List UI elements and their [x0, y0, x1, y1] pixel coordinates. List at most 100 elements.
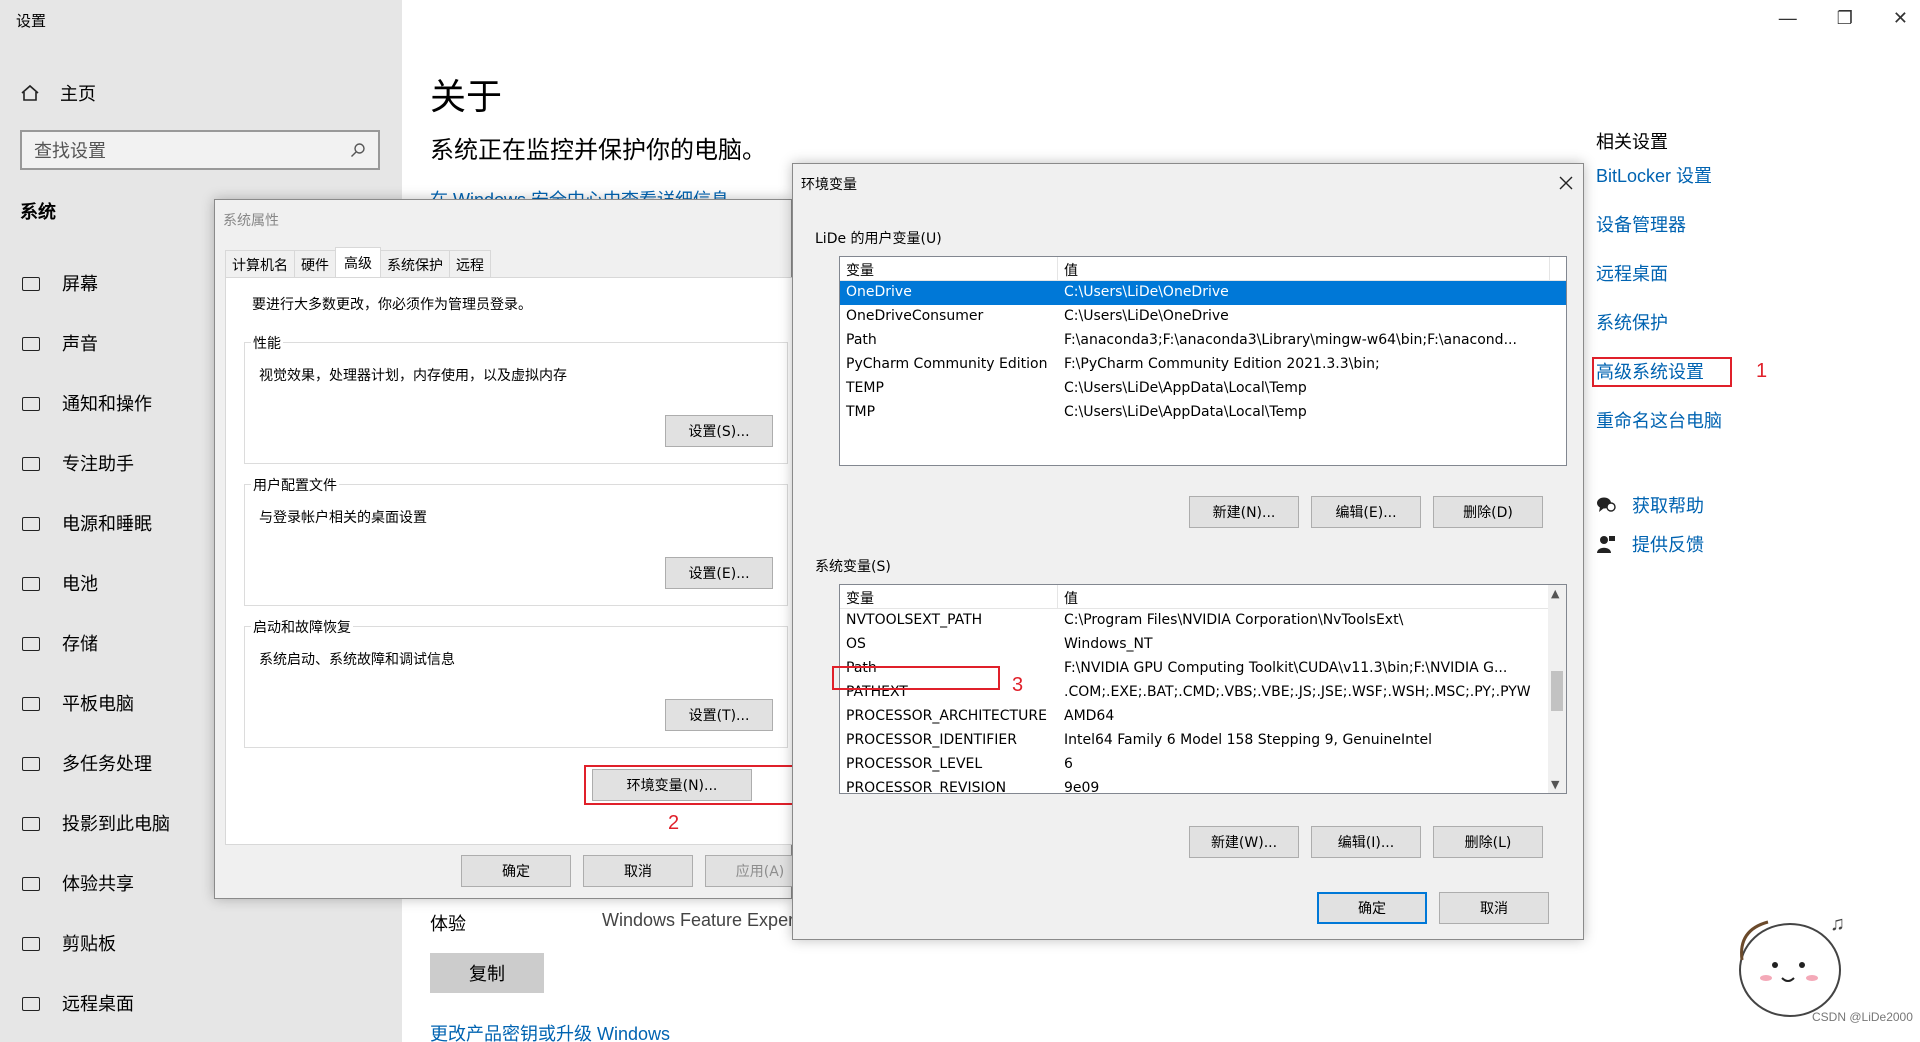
scroll-thumb[interactable]	[1551, 671, 1563, 711]
sys-header-value[interactable]: 值	[1058, 585, 1550, 608]
sidebar-item-9[interactable]: 多任务处理	[20, 750, 152, 776]
sidebar-item-12[interactable]: 剪贴板	[20, 930, 116, 956]
rename-pc-link[interactable]: 重命名这台电脑	[1596, 407, 1722, 433]
table-row[interactable]: TMP C:\Users\LiDe\AppData\Local\Temp	[840, 401, 1566, 425]
minimize-button[interactable]: —	[1779, 8, 1797, 29]
envvars-cancel-button[interactable]: 取消	[1439, 892, 1549, 924]
advanced-tab-panel: 要进行大多数更改，你必须作为管理员登录。 性能 视觉效果，处理器计划，内存使用，…	[225, 277, 793, 845]
give-feedback-label: 提供反馈	[1632, 535, 1704, 555]
tab-advanced[interactable]: 高级	[335, 247, 381, 280]
annotation-box-path	[832, 666, 1000, 690]
sidebar-item-label: 体验共享	[62, 874, 134, 894]
user-variables-list[interactable]: 变量 值 OneDrive C:\Users\LiDe\OneDrive OneDr…	[839, 256, 1567, 466]
envvars-ok-button[interactable]: 确定	[1317, 892, 1427, 924]
device-manager-link[interactable]: 设备管理器	[1596, 211, 1686, 237]
variable-value: F:\NVIDIA GPU Computing Toolkit\CUDA\v11…	[1064, 660, 1508, 676]
section-title: 系统	[20, 202, 56, 222]
tab-system-protection[interactable]: 系统保护	[380, 250, 450, 280]
sys-list-scrollbar[interactable]: ▲ ▼	[1548, 585, 1566, 793]
table-row[interactable]: Path F:\anaconda3;F:\anaconda3\Library\mi…	[840, 329, 1566, 353]
sysprops-tabs: 计算机名 硬件 高级 系统保护 远程	[225, 247, 491, 280]
table-row[interactable]: TEMP C:\Users\LiDe\AppData\Local\Temp	[840, 377, 1566, 401]
watermark-mascot: ♫ CSDN @LiDe2000	[1720, 900, 1913, 1035]
display-icon	[20, 273, 40, 293]
user-new-button[interactable]: 新建(N)...	[1189, 496, 1299, 528]
table-row[interactable]: OS Windows_NT	[840, 633, 1566, 657]
sidebar-item-label: 多任务处理	[62, 754, 152, 774]
user-profiles-settings-button[interactable]: 设置(E)...	[665, 557, 773, 589]
home-icon	[21, 84, 39, 101]
sys-edit-button[interactable]: 编辑(I)...	[1311, 826, 1421, 858]
sys-delete-button[interactable]: 删除(L)	[1433, 826, 1543, 858]
annotation-box-env-button	[584, 765, 794, 805]
search-input[interactable]: 查找设置	[20, 130, 380, 170]
table-row[interactable]: PROCESSOR_IDENTIFIER Intel64 Family 6 Mod…	[840, 729, 1566, 753]
nav-home[interactable]: 主页	[20, 80, 96, 106]
sidebar-item-label: 专注助手	[62, 454, 134, 474]
table-row[interactable]: PROCESSOR_ARCHITECTURE AMD64	[840, 705, 1566, 729]
user-delete-button[interactable]: 删除(D)	[1433, 496, 1543, 528]
sidebar-item-label: 屏幕	[62, 274, 98, 294]
sysprops-cancel-button[interactable]: 取消	[583, 855, 693, 887]
admin-notice: 要进行大多数更改，你必须作为管理员登录。	[252, 297, 532, 313]
table-row[interactable]: PROCESSOR_LEVEL 6	[840, 753, 1566, 777]
get-help-link[interactable]: 获取帮助	[1596, 492, 1704, 518]
tab-remote[interactable]: 远程	[449, 250, 491, 280]
close-button[interactable]: ✕	[1893, 8, 1908, 29]
table-row[interactable]: PROCESSOR_REVISION 9e09	[840, 777, 1566, 794]
sysprops-ok-button[interactable]: 确定	[461, 855, 571, 887]
bitlocker-link[interactable]: BitLocker 设置	[1596, 162, 1712, 188]
system-protection-link[interactable]: 系统保护	[1596, 309, 1668, 335]
sidebar-item-10[interactable]: 投影到此电脑	[20, 810, 170, 836]
sidebar-item-label: 电池	[62, 574, 98, 594]
tab-computer-name[interactable]: 计算机名	[225, 250, 295, 280]
sidebar-item-4[interactable]: 专注助手	[20, 450, 134, 476]
sidebar-item-6[interactable]: 电池	[20, 570, 98, 596]
sidebar-item-7[interactable]: 存储	[20, 630, 98, 656]
focus-assist-icon	[20, 453, 40, 473]
sidebar-item-5[interactable]: 电源和睡眠	[20, 510, 152, 536]
envvars-close-button[interactable]	[1559, 168, 1573, 195]
close-icon	[1559, 176, 1573, 190]
give-feedback-link[interactable]: 提供反馈	[1596, 531, 1704, 557]
user-edit-button[interactable]: 编辑(E)...	[1311, 496, 1421, 528]
tab-hardware[interactable]: 硬件	[294, 250, 336, 280]
search-placeholder: 查找设置	[34, 141, 106, 161]
variable-value: C:\Users\LiDe\AppData\Local\Temp	[1064, 404, 1307, 420]
sidebar-item-8[interactable]: 平板电脑	[20, 690, 134, 716]
sidebar-item-label: 远程桌面	[62, 994, 134, 1014]
table-row[interactable]: OneDriveConsumer C:\Users\LiDe\OneDrive	[840, 305, 1566, 329]
variable-name: NVTOOLSEXT_PATH	[846, 612, 983, 628]
variable-value: 9e09	[1064, 780, 1100, 794]
performance-desc: 视觉效果，处理器计划，内存使用，以及虚拟内存	[259, 368, 567, 384]
sidebar-item-1[interactable]: 屏幕	[20, 270, 98, 296]
sidebar-item-2[interactable]: 声音	[20, 330, 98, 356]
upgrade-windows-link[interactable]: 更改产品密钥或升级 Windows	[430, 1020, 670, 1042]
remote-desktop-link[interactable]: 远程桌面	[1596, 260, 1668, 286]
sys-header-name[interactable]: 变量	[840, 585, 1058, 608]
table-row[interactable]: OneDrive C:\Users\LiDe\OneDrive	[840, 281, 1566, 305]
maximize-button[interactable]: ❐	[1837, 8, 1853, 29]
sidebar-item-11[interactable]: 体验共享	[20, 870, 134, 896]
startup-recovery-settings-button[interactable]: 设置(T)...	[665, 699, 773, 731]
startup-recovery-group: 启动和故障恢复 系统启动、系统故障和调试信息 设置(T)...	[244, 617, 788, 748]
variable-value: C:\Users\LiDe\OneDrive	[1064, 284, 1229, 300]
table-row[interactable]: PyCharm Community Edition F:\PyCharm Comm…	[840, 353, 1566, 377]
scroll-down-icon[interactable]: ▼	[1551, 778, 1559, 791]
user-rows: OneDrive C:\Users\LiDe\OneDrive OneDriveCo…	[840, 281, 1566, 425]
scroll-up-icon[interactable]: ▲	[1551, 587, 1559, 600]
table-row[interactable]: NVTOOLSEXT_PATH C:\Program Files\NVIDIA C…	[840, 609, 1566, 633]
user-profiles-label: 用户配置文件	[251, 475, 339, 495]
copy-button[interactable]: 复制	[430, 953, 544, 993]
notification-icon	[20, 393, 40, 413]
user-header-name[interactable]: 变量	[840, 257, 1058, 280]
variable-name: OS	[846, 636, 866, 652]
sys-new-button[interactable]: 新建(W)...	[1189, 826, 1299, 858]
variable-value: 6	[1064, 756, 1073, 772]
performance-settings-button[interactable]: 设置(S)...	[665, 415, 773, 447]
chat-help-icon	[1597, 497, 1616, 512]
performance-label: 性能	[251, 333, 283, 353]
sidebar-item-3[interactable]: 通知和操作	[20, 390, 152, 416]
sidebar-item-13[interactable]: 远程桌面	[20, 990, 134, 1016]
user-header-value[interactable]: 值	[1058, 257, 1550, 280]
